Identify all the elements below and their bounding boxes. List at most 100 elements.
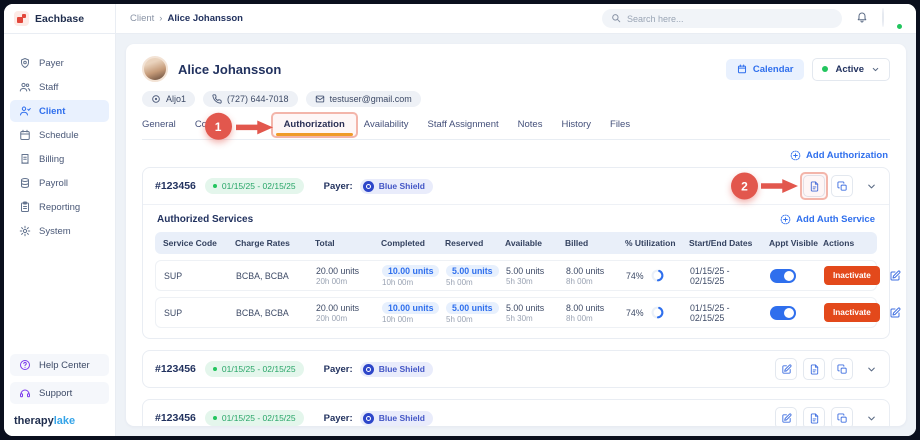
add-auth-service-link[interactable]: Add Auth Service	[780, 214, 875, 225]
edit-service-button[interactable]	[889, 270, 901, 282]
view-document-button[interactable]: 2	[803, 175, 825, 197]
client-card: Alice Johansson Calendar Active	[126, 44, 906, 426]
help-center-button[interactable]: Help Center	[10, 354, 109, 376]
chevron-down-icon	[866, 364, 877, 375]
start-end-dates: 01/15/25 - 02/15/25	[690, 266, 766, 286]
authorization-card-2-header[interactable]: #123456 01/15/25 - 02/15/25 Payer: Blue …	[143, 351, 889, 387]
client-name: Alice Johansson	[178, 62, 281, 77]
calendar-button[interactable]: Calendar	[726, 59, 805, 80]
actions-cell: Inactivate	[824, 303, 868, 322]
green-dot	[213, 416, 217, 420]
services-table-header: Service Code Charge Rates Total Complete…	[155, 232, 877, 254]
breadcrumb-section[interactable]: Client	[130, 13, 154, 24]
headset-icon	[19, 387, 31, 399]
tab-staff-assignment[interactable]: Staff Assignment	[428, 119, 499, 139]
client-actions: Calendar Active	[726, 58, 890, 81]
chevron-down-icon	[871, 65, 880, 74]
edit-pencil-icon	[781, 364, 792, 375]
search-bar[interactable]	[602, 9, 842, 28]
payer-group: Payer: Blue Shield	[324, 411, 433, 426]
copy-icon	[837, 364, 848, 375]
client-header: Alice Johansson Calendar Active	[142, 56, 890, 82]
edit-pencil-icon	[781, 413, 792, 424]
sidebar-item-label: Staff	[39, 82, 58, 93]
sidebar-item-payroll[interactable]: Payroll	[10, 172, 109, 194]
authorization-card-2: #123456 01/15/25 - 02/15/25 Payer: Blue …	[142, 350, 890, 388]
inactivate-button[interactable]: Inactivate	[824, 303, 880, 322]
green-dot	[213, 367, 217, 371]
blue-shield-logo-icon	[363, 181, 374, 192]
tab-authorization[interactable]: Authorization 1	[284, 119, 345, 139]
sidebar-item-system[interactable]: System	[10, 220, 109, 242]
search-input[interactable]	[627, 14, 833, 24]
blue-shield-logo-icon	[363, 413, 374, 424]
sidebar-item-payer[interactable]: Payer	[10, 52, 109, 74]
payer-label: Payer:	[324, 413, 353, 424]
view-document-button[interactable]	[803, 358, 825, 380]
payer-label: Payer:	[324, 181, 353, 192]
appt-visible-toggle[interactable]	[770, 306, 796, 320]
tab-general[interactable]: General	[142, 119, 176, 139]
duplicate-button[interactable]	[831, 175, 853, 197]
duplicate-button[interactable]	[831, 358, 853, 380]
sidebar-item-label: Payer	[39, 58, 64, 69]
billing-receipt-icon	[19, 153, 31, 165]
edit-authorization-button[interactable]	[775, 407, 797, 426]
sidebar-item-schedule[interactable]: Schedule	[10, 124, 109, 146]
tab-bar: General Contact Authorization 1 Availabi…	[142, 119, 890, 140]
help-center-label: Help Center	[39, 360, 90, 371]
user-avatar[interactable]	[882, 9, 902, 29]
client-code-badge: Aljo1	[142, 91, 195, 107]
expand-card-button[interactable]	[866, 413, 877, 424]
support-button[interactable]: Support	[10, 382, 109, 404]
utilization-cell: 74%	[626, 306, 686, 319]
auth-date-badge: 01/15/25 - 02/15/25	[205, 178, 304, 194]
service-table-row: SUP BCBA, BCBA 20.00 units20h 00m 10.00 …	[155, 260, 877, 291]
edit-service-button[interactable]	[889, 307, 901, 319]
tab-availability[interactable]: Availability	[364, 119, 409, 139]
sidebar-item-billing[interactable]: Billing	[10, 148, 109, 170]
sidebar: Payer Staff Client Schedule Billing Payr…	[4, 34, 116, 436]
duplicate-button[interactable]	[831, 407, 853, 426]
tab-notes[interactable]: Notes	[518, 119, 543, 139]
billed-cell: 8.00 units8h 00m	[566, 303, 622, 323]
add-authorization-link[interactable]: Add Authorization	[790, 150, 888, 161]
system-gear-icon	[19, 225, 31, 237]
view-document-button[interactable]	[803, 407, 825, 426]
client-avatar	[142, 56, 168, 82]
status-dropdown[interactable]: Active	[812, 58, 890, 81]
auth-date-badge: 01/15/25 - 02/15/25	[205, 410, 304, 426]
sidebar-item-staff[interactable]: Staff	[10, 76, 109, 98]
utilization-arc-icon	[651, 269, 664, 282]
collapse-card-button[interactable]	[866, 181, 877, 192]
annotation-arrow-2-icon	[761, 178, 798, 194]
mail-icon	[315, 94, 325, 104]
phone-icon	[212, 94, 222, 104]
appt-visible-toggle[interactable]	[770, 269, 796, 283]
client-email-badge: testuser@gmail.com	[306, 91, 421, 107]
completed-cell: 10.00 units10h 00m	[382, 265, 442, 287]
annotation-step-2-badge: 2	[731, 173, 758, 200]
sidebar-item-client[interactable]: Client	[10, 100, 109, 122]
breadcrumb-current: Alice Johansson	[167, 13, 243, 24]
status-value: Active	[835, 64, 864, 75]
annotation-arrow-1-icon	[236, 119, 273, 135]
authorization-card-3: #123456 01/15/25 - 02/15/25 Payer: Blue …	[142, 399, 890, 426]
sidebar-item-reporting[interactable]: Reporting	[10, 196, 109, 218]
expand-card-button[interactable]	[866, 364, 877, 375]
edit-authorization-button[interactable]	[775, 358, 797, 380]
authorization-card-1-header[interactable]: #123456 01/15/25 - 02/15/25 Payer: Blue …	[143, 168, 889, 205]
document-icon	[809, 364, 820, 375]
auth-card-1-actions: 2	[803, 175, 877, 197]
help-icon	[19, 359, 31, 371]
notifications-bell-icon[interactable]	[856, 10, 868, 28]
sidebar-item-label: Client	[39, 106, 65, 117]
inactivate-button[interactable]: Inactivate	[824, 266, 880, 285]
support-label: Support	[39, 388, 72, 399]
brand: Eachbase	[4, 4, 116, 33]
tab-history[interactable]: History	[561, 119, 591, 139]
auth-card-2-actions	[775, 358, 877, 380]
tab-files[interactable]: Files	[610, 119, 630, 139]
authorization-card-3-header[interactable]: #123456 01/15/25 - 02/15/25 Payer: Blue …	[143, 400, 889, 426]
green-dot	[213, 184, 217, 188]
